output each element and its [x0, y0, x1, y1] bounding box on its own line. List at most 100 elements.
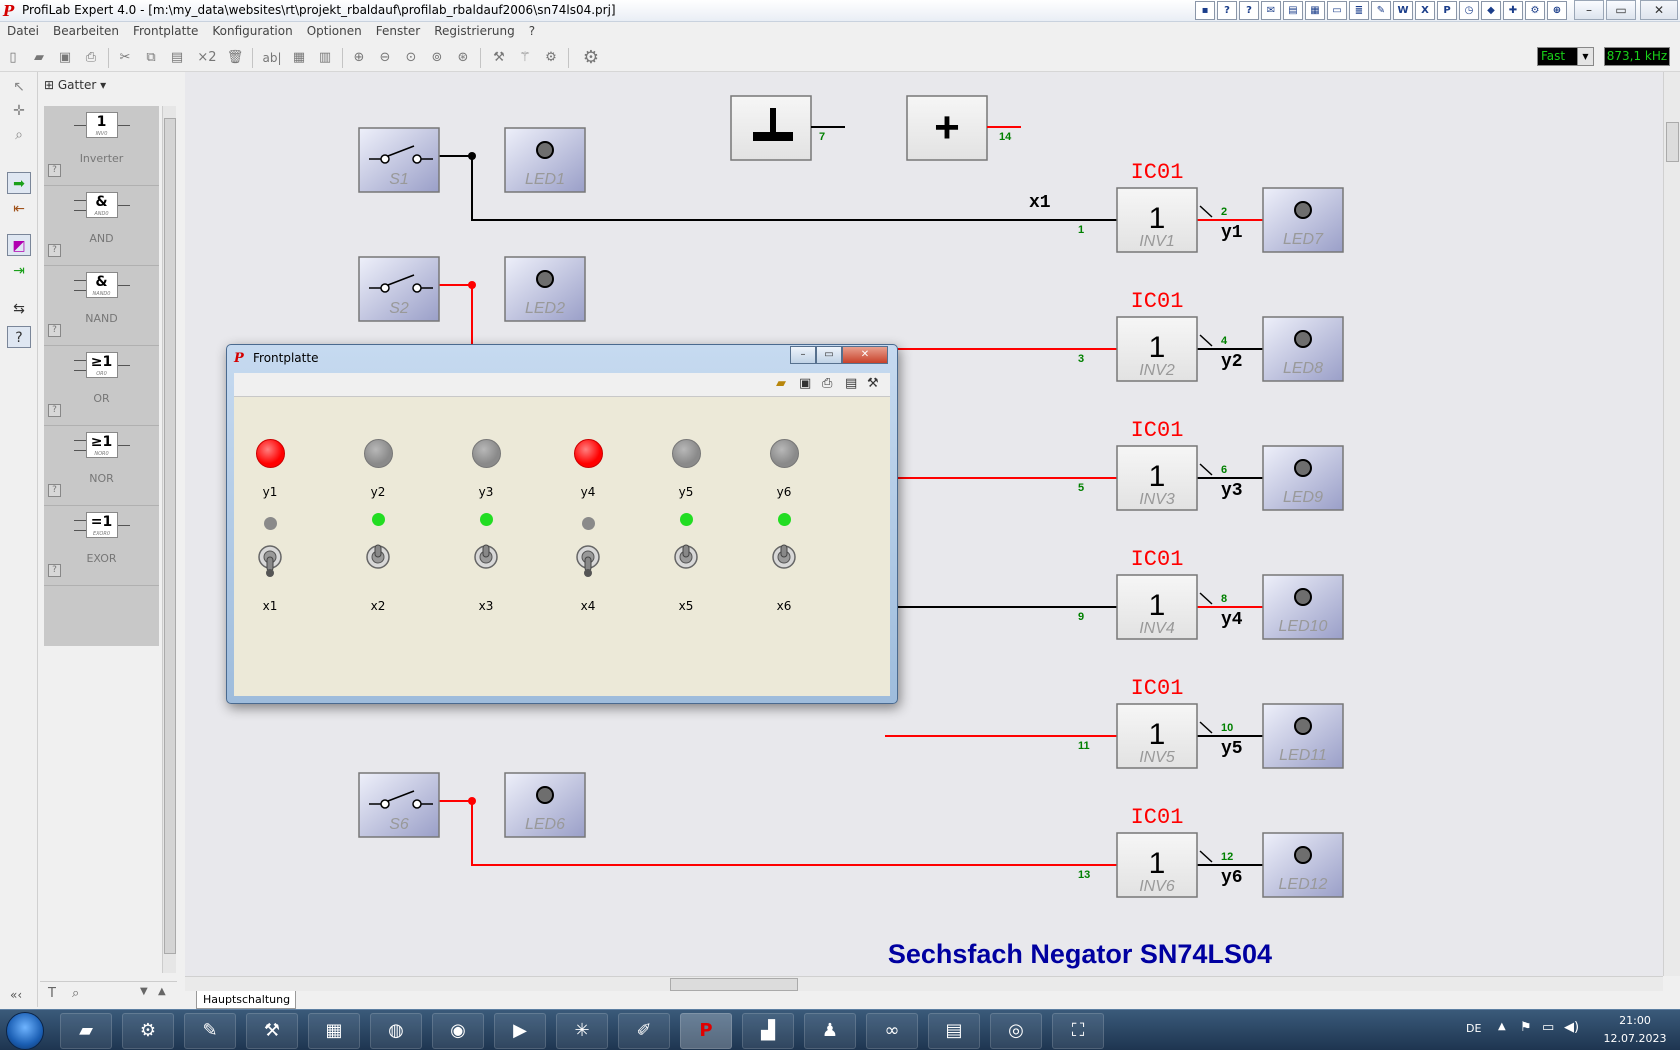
tools-icon[interactable]: ⚒ [867, 376, 879, 391]
vertical-scrollbar[interactable] [1663, 72, 1680, 976]
help-pointer-icon[interactable]: ? [7, 326, 31, 348]
print-icon[interactable]: ⎙ [822, 376, 832, 391]
clock-icon[interactable]: ◷ [1459, 1, 1479, 20]
toggle-switch-x6[interactable] [772, 543, 796, 579]
help-icon[interactable]: ? [48, 244, 61, 257]
document-app-icon[interactable]: ▤ [928, 1013, 980, 1049]
zoom-all-icon[interactable]: ⊛ [454, 49, 472, 67]
build-tools-icon[interactable]: ⚒ [490, 49, 508, 67]
text-tool-button[interactable]: ab| [260, 49, 284, 67]
grid-icon[interactable]: ▦ [290, 49, 308, 67]
star-app-icon[interactable]: ✳ [556, 1013, 608, 1049]
open-folder-icon[interactable]: ▰ [776, 376, 786, 391]
clock-time[interactable]: 21:00 [1590, 1014, 1680, 1027]
duplicate-button[interactable]: ×2 [196, 49, 218, 67]
help-icon[interactable]: ? [48, 324, 61, 337]
minimize-button[interactable]: – [1574, 0, 1604, 20]
connector-icon[interactable]: ⇥ [7, 260, 31, 282]
menu-fenster[interactable]: Fenster [369, 22, 428, 42]
menu-registrierung[interactable]: Registrierung [427, 22, 522, 42]
profilab-taskbar-icon[interactable]: P [680, 1013, 732, 1049]
start-button[interactable] [6, 1012, 44, 1050]
help-icon[interactable]: ? [1239, 1, 1259, 20]
notepad-icon[interactable]: ✎ [184, 1013, 236, 1049]
save-icon[interactable]: ▣ [799, 376, 811, 391]
zoom-page-icon[interactable]: ⊚ [428, 49, 446, 67]
tool-icon[interactable]: ✚ [1503, 1, 1523, 20]
toggle-switch-x2[interactable] [366, 543, 390, 579]
excel-icon[interactable]: X [1415, 1, 1435, 20]
menu-help[interactable]: ? [522, 22, 542, 42]
compile-icon[interactable]: ⚚ [516, 49, 534, 67]
toggle-switch-x3[interactable] [474, 543, 498, 579]
horizontal-scrollbar[interactable] [185, 976, 1663, 991]
network-icon[interactable]: ▭ [1542, 1020, 1554, 1035]
pin-icon[interactable]: ▼ [140, 986, 148, 997]
window-icon[interactable]: ▭ [1327, 1, 1347, 20]
gear-icon[interactable]: ⚙ [582, 49, 600, 67]
powerpoint-icon[interactable]: P [1437, 1, 1457, 20]
toggle-switch-x1[interactable] [258, 543, 282, 579]
frontplatte-minimize-button[interactable]: – [790, 346, 816, 364]
crosshair-icon[interactable]: ✛ [7, 100, 31, 122]
library-item-or[interactable]: ≥1 OR0 OR ? [44, 346, 159, 426]
chart-app-icon[interactable]: ▟ [742, 1013, 794, 1049]
search-icon[interactable]: ⌕ [7, 124, 31, 146]
network-app-icon[interactable]: ⛶ [1052, 1013, 1104, 1049]
library-item-exor[interactable]: =1 EXOR0 EXOR ? [44, 506, 159, 586]
chevron-down-icon[interactable]: ▼ [1577, 48, 1593, 65]
chrome-icon[interactable]: ◉ [432, 1013, 484, 1049]
document-icon[interactable]: ▤ [1283, 1, 1303, 20]
clipboard-icon[interactable]: ▦ [1305, 1, 1325, 20]
calculator-icon[interactable]: ▦ [308, 1013, 360, 1049]
align-icon[interactable]: ▥ [316, 49, 334, 67]
frontplatte-close-button[interactable]: ✕ [842, 346, 888, 364]
clipboard-icon[interactable]: ▤ [845, 376, 857, 391]
clock-date[interactable]: 12.07.2023 [1590, 1032, 1680, 1045]
delete-icon[interactable]: 🗑 [226, 49, 244, 67]
pin-icon[interactable]: ▲ [158, 986, 166, 997]
explorer-icon[interactable]: ▰ [60, 1013, 112, 1049]
copy-icon[interactable]: ⧉ [142, 49, 160, 67]
toggle-switch-x5[interactable] [674, 543, 698, 579]
app-icon[interactable]: ◆ [1481, 1, 1501, 20]
help-icon[interactable]: ? [48, 564, 61, 577]
library-scrollbar[interactable] [162, 106, 176, 973]
flag-icon[interactable]: ⚑ [1520, 1020, 1532, 1035]
help-icon[interactable]: ? [48, 404, 61, 417]
help-icon[interactable]: ? [1217, 1, 1237, 20]
menu-optionen[interactable]: Optionen [300, 22, 369, 42]
tab-hauptschaltung[interactable]: Hauptschaltung [196, 991, 296, 1009]
gear-app-icon[interactable]: ⚙ [122, 1013, 174, 1049]
quicklaunch-icon[interactable]: ▪ [1195, 1, 1215, 20]
zoom-in-icon[interactable]: ⊕ [350, 49, 368, 67]
figure-app-icon[interactable]: ♟ [804, 1013, 856, 1049]
list-icon[interactable]: ≣ [1349, 1, 1369, 20]
new-file-icon[interactable]: ▯ [4, 49, 22, 67]
globe-icon[interactable]: ◍ [370, 1013, 422, 1049]
cut-icon[interactable]: ✂ [116, 49, 134, 67]
collapse-icon[interactable]: «‹ [10, 988, 22, 1002]
tray-arrow-icon[interactable]: ▲ [1498, 1021, 1506, 1032]
notes-icon[interactable]: ✎ [1371, 1, 1391, 20]
arduino-icon[interactable]: ∞ [866, 1013, 918, 1049]
close-button[interactable]: ✕ [1640, 0, 1678, 20]
zoom-out-icon[interactable]: ⊖ [376, 49, 394, 67]
color-picker-icon[interactable]: ◩ [7, 234, 31, 256]
volume-icon[interactable]: ◀) [1564, 1020, 1579, 1035]
text-icon[interactable]: T [48, 986, 56, 1001]
maximize-button[interactable]: ▭ [1606, 0, 1636, 20]
pointer-icon[interactable]: ↖ [7, 76, 31, 98]
media-player-icon[interactable]: ▶ [494, 1013, 546, 1049]
speed-select[interactable]: Fast ▼ [1537, 47, 1594, 66]
word-icon[interactable]: W [1393, 1, 1413, 20]
settings-icon[interactable]: ⚙ [1525, 1, 1545, 20]
library-item-inverter[interactable]: 1 INV0 Inverter ? [44, 106, 159, 186]
help-icon[interactable]: ? [48, 164, 61, 177]
menu-bearbeiten[interactable]: Bearbeiten [46, 22, 126, 42]
mail-icon[interactable]: ✉ [1261, 1, 1281, 20]
network-icon[interactable]: ⊕ [1547, 1, 1567, 20]
language-indicator[interactable]: DE [1466, 1022, 1481, 1035]
arrow-left-icon[interactable]: ⇤ [7, 198, 31, 220]
library-group-select[interactable]: ⊞ Gatter ▾ [44, 78, 106, 92]
